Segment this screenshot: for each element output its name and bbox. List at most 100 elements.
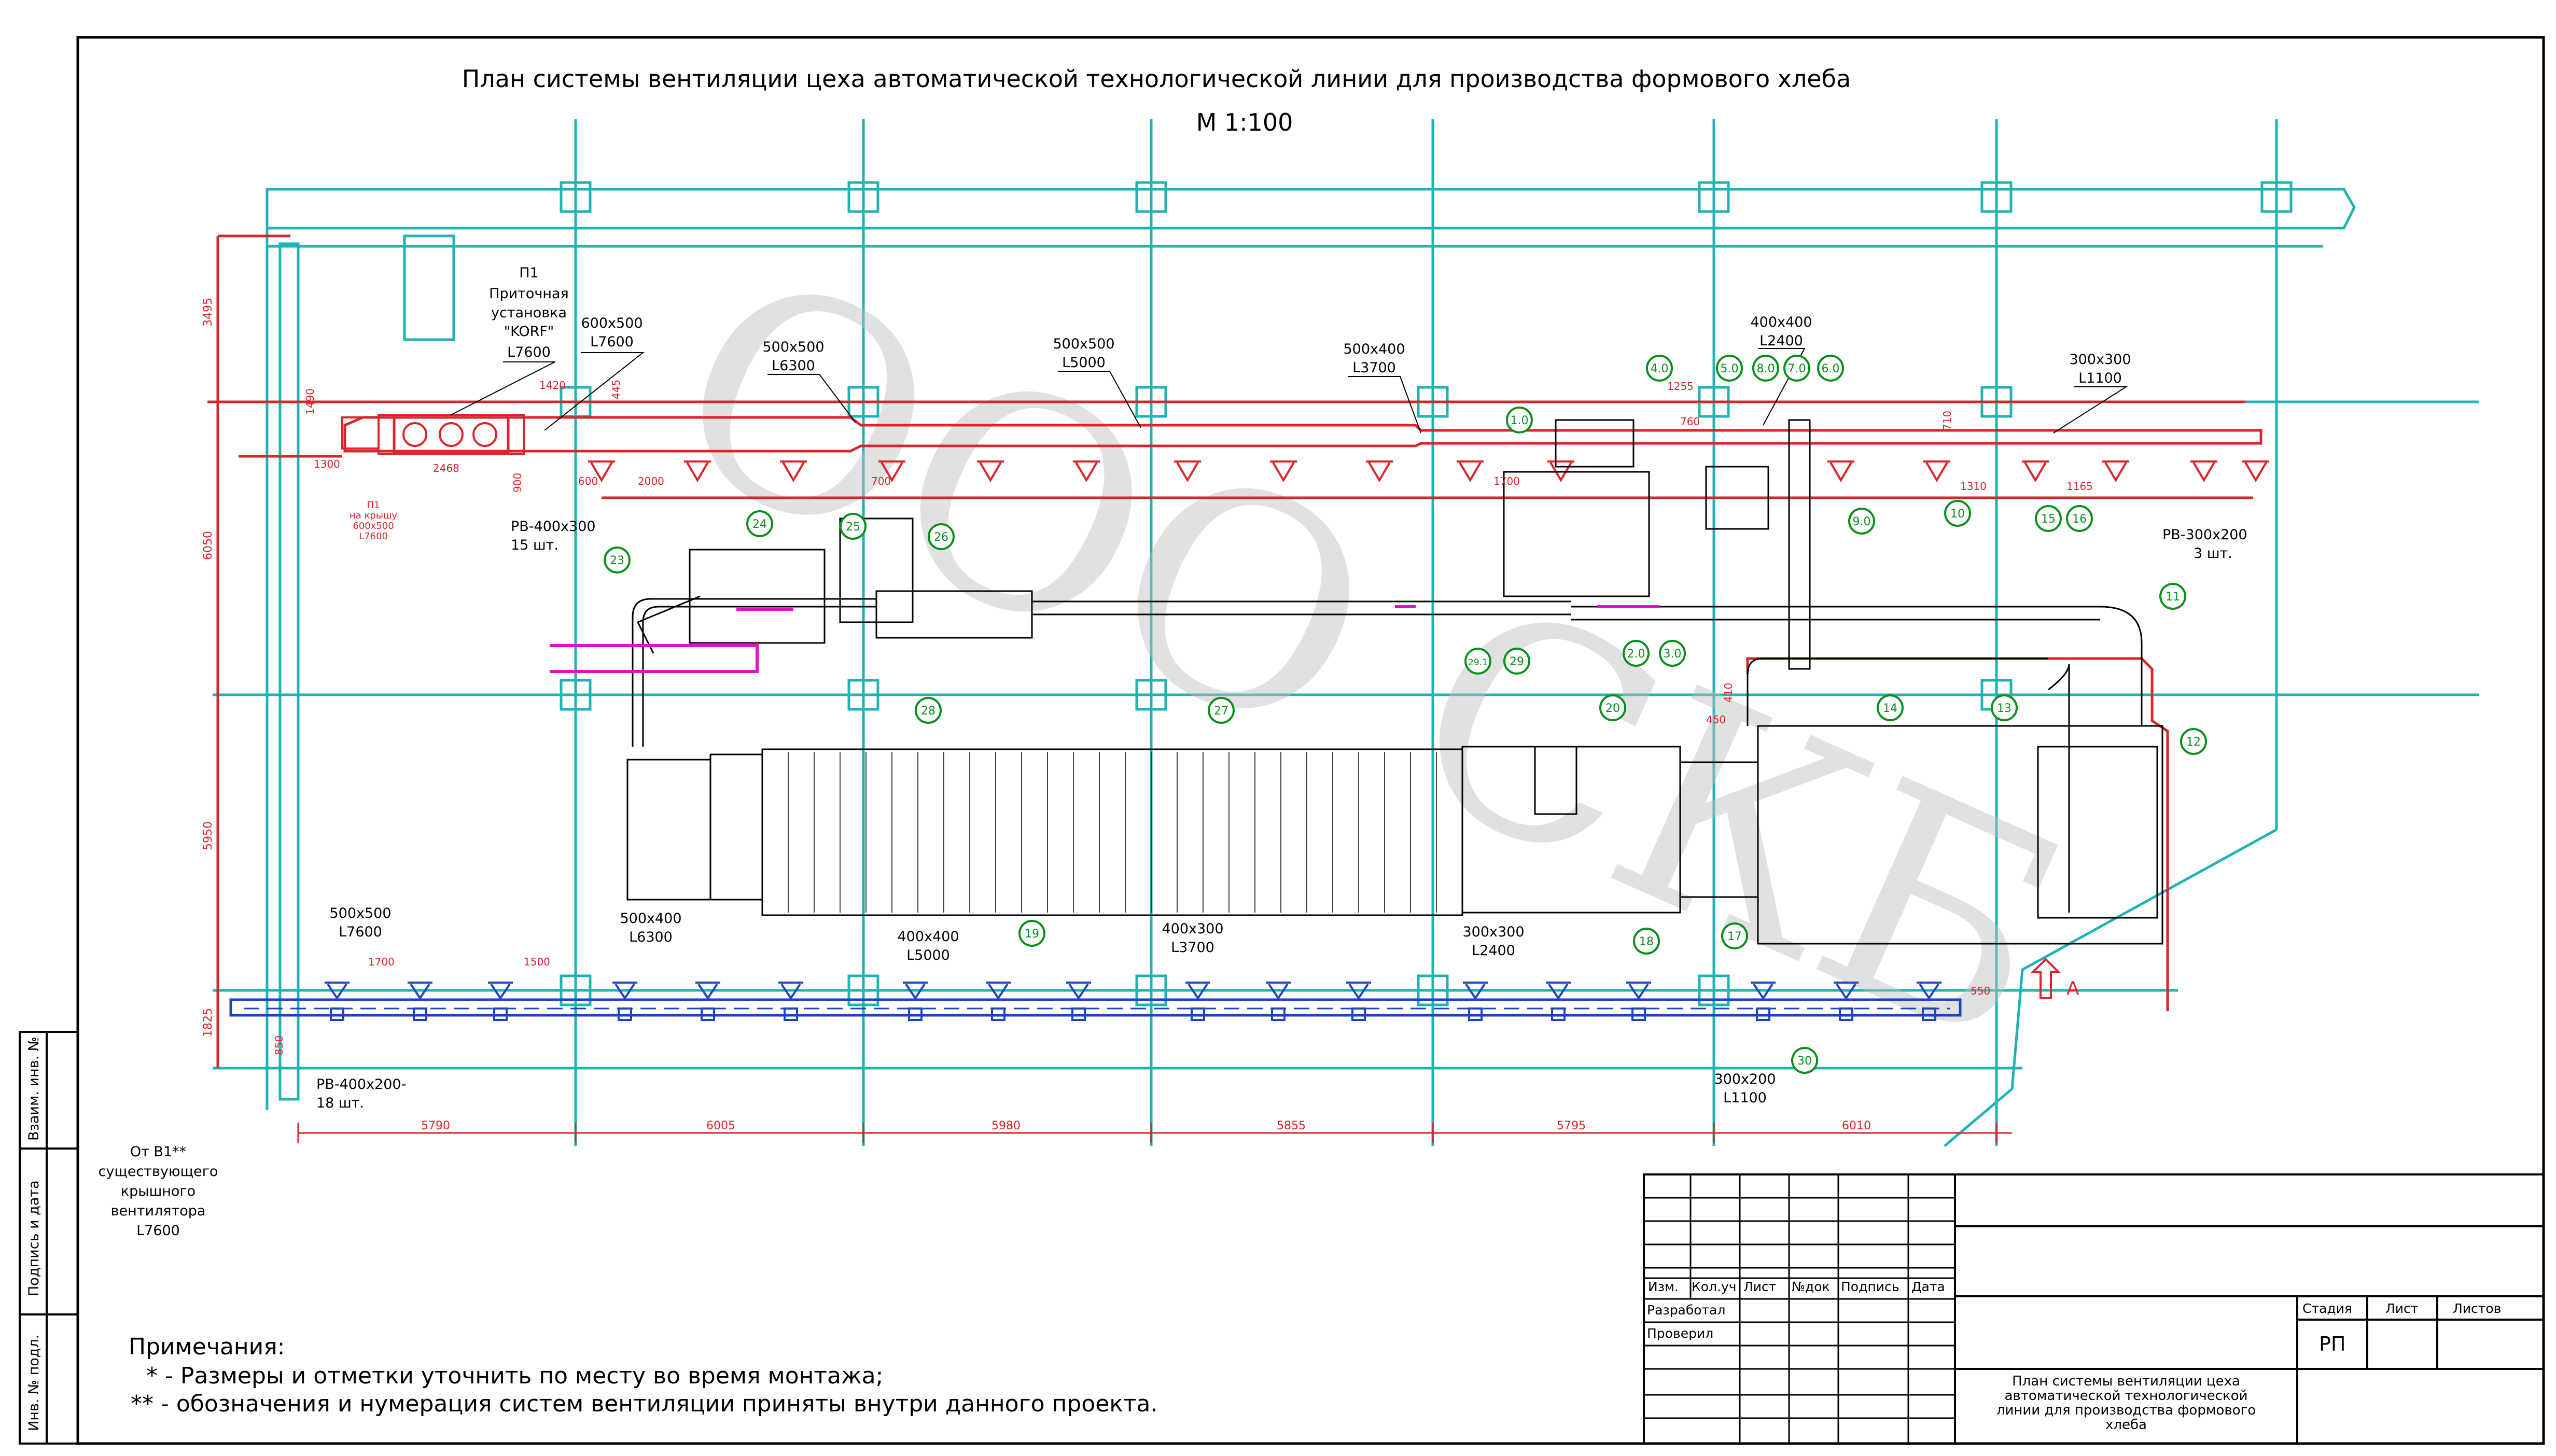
svg-text:6010: 6010	[1842, 1119, 1871, 1132]
svg-text:5790: 5790	[421, 1119, 450, 1132]
tb-desc2: автоматической технологической	[2004, 1388, 2247, 1404]
svg-text:1490: 1490	[304, 388, 316, 415]
rv-300x200-qty: 3 шт.	[2194, 545, 2232, 562]
callout-number: 9.0	[1853, 515, 1871, 528]
svg-text:500x400: 500x400	[1343, 341, 1405, 357]
callout-number: 25	[846, 521, 860, 534]
callout-number: 16	[2072, 513, 2087, 526]
svg-text:L3700: L3700	[1352, 360, 1396, 376]
drawing-scale: М 1:100	[1196, 108, 1293, 136]
svg-text:300x200: 300x200	[1714, 1071, 1776, 1087]
supply-unit-l2: Приточная	[489, 286, 569, 302]
section-arrow	[2030, 958, 2061, 999]
svg-text:L6300: L6300	[629, 929, 673, 945]
supply-unit-l3: установка	[491, 305, 567, 321]
callout-number: 3.0	[1664, 648, 1682, 661]
stamp-label-b: Подпись и дата	[26, 1180, 42, 1296]
svg-text:1500: 1500	[524, 956, 550, 968]
callout-number: 4.0	[1651, 362, 1669, 375]
exhaust-source-l3: крышного	[121, 1183, 195, 1199]
svg-text:1700: 1700	[1493, 475, 1520, 487]
callout-number: 23	[610, 554, 624, 567]
svg-text:L2400: L2400	[1472, 943, 1515, 959]
tb-proveril: Проверил	[1647, 1326, 1713, 1341]
svg-text:710: 710	[1941, 411, 1953, 430]
exhaust-duct-labels: 500x500 L7600 500x400 L6300 400x400 L500…	[329, 905, 1776, 1106]
bottom-dimensions: 5790 6005 5980 5855 5795 6010	[421, 1119, 1871, 1132]
svg-text:1825: 1825	[202, 1008, 215, 1037]
stamp-label-c: Инв. № подл.	[26, 1335, 42, 1431]
svg-text:L3700: L3700	[1171, 940, 1214, 956]
callout-number: 29	[1510, 655, 1524, 668]
tb-kol: Кол.уч	[1692, 1279, 1737, 1294]
svg-text:L1100: L1100	[1723, 1090, 1767, 1106]
svg-text:500x400: 500x400	[620, 911, 681, 927]
callout-number: 7.0	[1788, 362, 1806, 375]
rv-400x300-label: РВ-400x300	[511, 519, 596, 535]
svg-text:600: 600	[578, 475, 598, 487]
tb-desc4: хлеба	[2105, 1417, 2147, 1433]
svg-text:1255: 1255	[1667, 380, 1694, 393]
svg-text:300x300: 300x300	[2069, 352, 2131, 368]
exhaust-source-l4: вентилятора	[111, 1203, 206, 1219]
supply-unit-l4: "KORF"	[504, 324, 554, 340]
exhaust-source-l5: L7600	[136, 1223, 180, 1239]
rv-300x200-label: РВ-300x200	[2162, 527, 2247, 543]
supply-unit-l5: L7600	[507, 344, 551, 360]
callout-number: 26	[934, 531, 948, 544]
svg-text:850: 850	[273, 1035, 285, 1055]
callout-number: 24	[752, 518, 767, 531]
svg-text:L6300: L6300	[772, 358, 815, 374]
rv-400x200-qty: 18 шт.	[316, 1095, 364, 1111]
svg-text:L5000: L5000	[906, 947, 950, 963]
svg-text:5980: 5980	[991, 1119, 1021, 1132]
roof-note-l1: П1	[367, 500, 380, 511]
svg-text:L1100: L1100	[2078, 370, 2122, 386]
svg-text:L5000: L5000	[1062, 355, 1106, 371]
tb-listov: Листов	[2453, 1301, 2501, 1316]
callout-number: 13	[1997, 702, 2012, 715]
svg-text:5795: 5795	[1557, 1119, 1586, 1132]
bottom-dimension-line	[297, 1123, 2012, 1143]
svg-text:400x400: 400x400	[1750, 314, 1812, 330]
exhaust-source-l2: существующего	[99, 1164, 218, 1180]
tb-stage-value: РП	[2319, 1333, 2346, 1355]
left-dimensions: 3495 6050 5950 1825	[202, 298, 215, 1037]
tb-podpis: Подпись	[1841, 1279, 1899, 1294]
callout-number: 20	[1605, 702, 1620, 715]
tb-razrabotal: Разработал	[1647, 1303, 1725, 1318]
svg-text:410: 410	[1722, 683, 1735, 703]
tb-data: Дата	[1911, 1279, 1945, 1294]
callout-number: 1.0	[1511, 414, 1529, 427]
svg-text:1300: 1300	[314, 458, 340, 470]
callout-number: 10	[1950, 508, 1965, 521]
tb-desc3: линии для производства формового	[1996, 1403, 2256, 1418]
tb-izm: Изм.	[1648, 1279, 1679, 1294]
callout-number: 15	[2041, 513, 2056, 526]
callout-number: 5.0	[1721, 362, 1739, 375]
notes-heading: Примечания:	[129, 1334, 285, 1360]
tb-list: Лист	[1743, 1279, 1776, 1294]
supply-unit-l1: П1	[519, 265, 538, 281]
callout-number: 2.0	[1627, 648, 1645, 661]
callout-number: 14	[1883, 702, 1897, 715]
svg-text:500x500: 500x500	[1053, 336, 1114, 352]
roof-note-l3: 600x500	[353, 521, 394, 531]
svg-text:400x400: 400x400	[897, 929, 959, 945]
callout-number: 30	[1797, 1055, 1812, 1068]
callout-number: 6.0	[1822, 362, 1840, 375]
svg-text:6005: 6005	[706, 1119, 735, 1132]
callout-number: 27	[1214, 705, 1228, 718]
callout-number: 12	[2186, 736, 2201, 749]
stamp-label-a: Взаим. инв. №	[26, 1037, 42, 1141]
tb-list2: Лист	[2385, 1301, 2418, 1316]
svg-text:L7600: L7600	[590, 334, 634, 350]
tb-desc1: План системы вентиляции цеха	[2012, 1374, 2240, 1389]
svg-text:900: 900	[511, 473, 524, 493]
callout-number: 17	[1727, 930, 1742, 943]
callout-number: 8.0	[1757, 362, 1775, 375]
svg-text:500x500: 500x500	[329, 905, 391, 921]
callout-number: 19	[1025, 928, 1039, 941]
roof-note-l2: на крышу	[350, 510, 398, 521]
svg-text:1165: 1165	[2066, 480, 2093, 493]
